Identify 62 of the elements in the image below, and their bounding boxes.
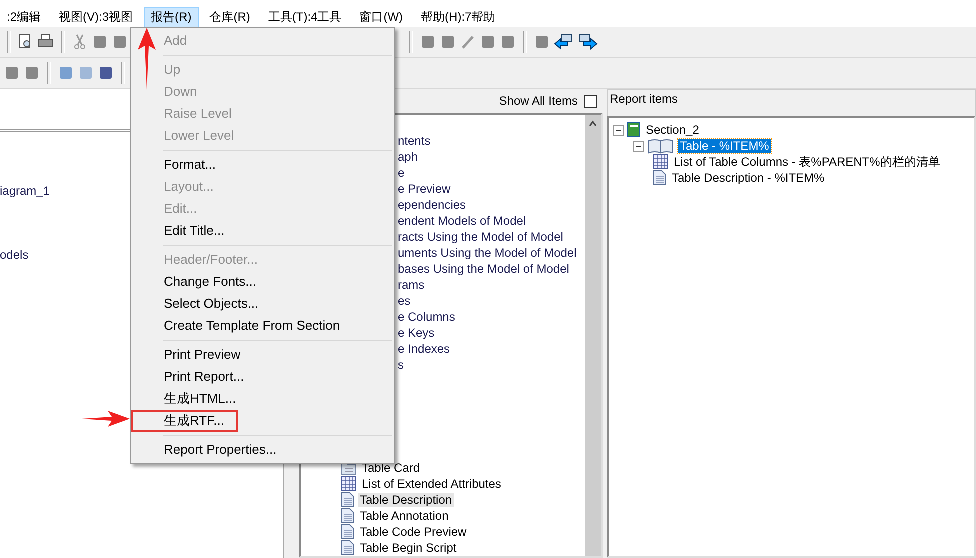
collapse-toggle[interactable] (613, 124, 624, 136)
menu-item[interactable]: 视图(V):3视图 (52, 7, 140, 28)
tree-item[interactable]: Table Annotation (358, 509, 451, 523)
menu-item[interactable]: Change Fonts... (131, 271, 394, 293)
menu-item[interactable]: Format... (131, 154, 394, 176)
tree-item[interactable]: endent Models of Model (398, 213, 585, 229)
cut-icon[interactable] (72, 34, 88, 50)
checkbox-label: Show All Items (499, 94, 578, 108)
tree-item[interactable]: List of Extended Attributes (360, 477, 504, 491)
tree-item[interactable]: bases Using the Model of Model (398, 261, 585, 277)
menu-item[interactable]: 工具(T):4工具 (261, 7, 349, 28)
menu-item[interactable]: 生成HTML... (131, 388, 394, 410)
menu-item[interactable]: Print Report... (131, 366, 394, 388)
scroll-up-icon[interactable] (588, 119, 598, 129)
tree-item[interactable]: es (398, 293, 585, 309)
printer-icon[interactable] (38, 34, 54, 50)
pen-icon[interactable] (460, 34, 476, 50)
tree-item[interactable]: Table Code Preview (358, 525, 469, 539)
tree-item[interactable]: rams (398, 277, 585, 293)
menu-item[interactable]: Edit Title... (131, 220, 394, 242)
document-icon (341, 508, 355, 524)
menu-item[interactable]: 帮助(H):7帮助 (414, 7, 503, 28)
tree-item[interactable]: e Keys (398, 325, 585, 341)
book-icon (627, 122, 641, 138)
document-icon (653, 170, 667, 186)
tree-item[interactable]: Table Card (360, 461, 422, 475)
tree-item[interactable]: Table Begin Script (358, 541, 459, 555)
tree-item[interactable]: Section_2 (644, 123, 702, 137)
tree-item[interactable]: e Columns (398, 309, 585, 325)
menu-item[interactable]: 生成RTF... (131, 410, 238, 432)
menu-item[interactable]: 窗口(W) (352, 7, 410, 28)
tree-item[interactable]: Table - %ITEM% (678, 139, 772, 153)
grid-icon (341, 476, 357, 492)
tree-item[interactable]: e (398, 165, 585, 181)
tree-item[interactable]: racts Using the Model of Model (398, 229, 585, 245)
tree-item[interactable]: e Preview (398, 181, 585, 197)
tree-item[interactable]: aph (398, 149, 585, 165)
menu-item[interactable]: Create Template From Section (131, 315, 394, 337)
tree-item[interactable]: Table Description - %ITEM% (670, 171, 827, 185)
scrollbar[interactable] (585, 115, 601, 556)
tree-item[interactable]: ependencies (398, 197, 585, 213)
grid-icon (653, 154, 669, 170)
tree-item[interactable]: Table Description (358, 493, 454, 507)
tree-item[interactable]: List of Table Columns - 表%PARENT%的栏的清单 (672, 154, 942, 170)
menu-item[interactable]: Print Preview (131, 344, 394, 366)
tree-item[interactable]: e Indexes (398, 341, 585, 357)
document-icon (341, 540, 355, 556)
arrow-right-icon[interactable] (578, 34, 598, 50)
document-icon (341, 524, 355, 540)
show-all-checkbox[interactable] (584, 94, 597, 108)
menu-item[interactable]: Select Objects... (131, 293, 394, 315)
open-book-icon (647, 138, 675, 154)
tree-item[interactable]: ntents (398, 133, 585, 149)
menu-item[interactable]: Report Properties... (131, 439, 394, 461)
document-icon (341, 492, 355, 508)
tree-item[interactable]: uments Using the Model of Model (398, 245, 585, 261)
menu-item[interactable]: 仓库(R) (202, 7, 258, 28)
menu-item[interactable]: 报告(R) (144, 7, 199, 28)
collapse-toggle[interactable] (633, 140, 644, 152)
arrow-left-icon[interactable] (554, 34, 574, 50)
menu-item[interactable]: :2编辑 (0, 7, 48, 28)
tree-item[interactable]: s (398, 357, 585, 373)
